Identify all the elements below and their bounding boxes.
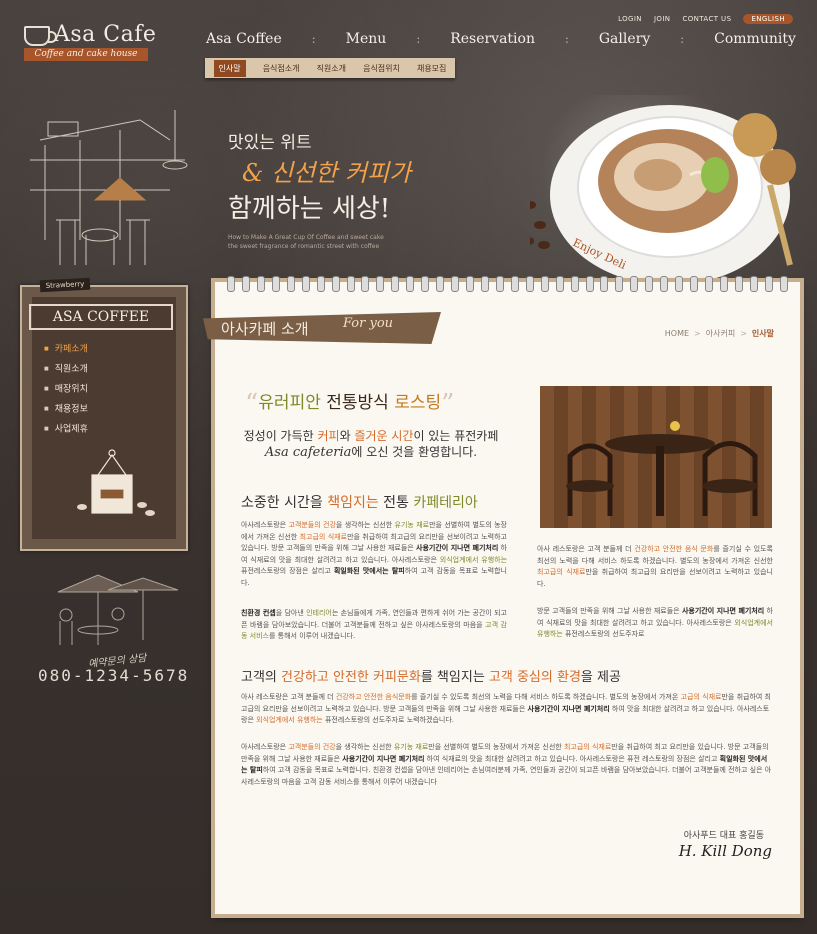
coffee-grinder-icon (77, 449, 155, 516)
hero-line-3: 함께하는 세상! (228, 194, 391, 224)
section-title: 아사카페 소개 (221, 320, 309, 338)
subheading-2: 고객의 건강하고 안전한 커피문화를 책임지는 고객 중심의 환경을 제공 (241, 666, 621, 685)
logo-name: Asa Cafe (54, 22, 157, 47)
heading-part: 소중한 시간을 (241, 495, 328, 511)
nav-separator: : (680, 32, 685, 46)
heading-part: 을 제공 (580, 670, 621, 685)
section-title-en: For you (343, 316, 394, 331)
breadcrumb-current: 인사말 (751, 329, 774, 338)
intro-text-part: 이 있는 퓨전카페 (413, 429, 499, 443)
coffee-cup-icon (24, 26, 57, 46)
utility-nav: LOGIN JOIN CONTACT US ENGLISH (618, 12, 793, 26)
intro-cafe-name: Asa cafeteria (264, 445, 352, 460)
sidebar-item-recruit-info[interactable]: 채용정보 (44, 399, 88, 419)
nav-separator: : (416, 32, 421, 46)
breadcrumb-home[interactable]: HOME (665, 329, 689, 338)
logo-tagline: Coffee and cake house (24, 48, 148, 61)
cafe-sketch-illustration (30, 110, 188, 265)
intro-text-part: 정성이 가득한 (243, 429, 318, 443)
nav-item-community[interactable]: Community (714, 31, 796, 47)
nav-item-reservation[interactable]: Reservation (450, 31, 535, 47)
heading-part: 카페테리아 (413, 495, 478, 511)
subnav-item-greeting[interactable]: 인사말 (213, 59, 246, 77)
sidebar-list: 카페소개 직원소개 매장위치 채용정보 사업제휴 (44, 339, 88, 439)
sidebar-item-partnership[interactable]: 사업제휴 (44, 419, 88, 439)
nav-item-asa-coffee[interactable]: Asa Coffee (206, 31, 282, 47)
sidebar-item-store-location[interactable]: 매장위치 (44, 379, 88, 399)
cafe-interior-photo (540, 386, 772, 528)
intro-text-part: 즐거운 시간 (354, 429, 414, 443)
body-paragraph-2: 친환경 컨셉을 담아낸 인테리어는 손님들에게 가족, 연인들과 편하게 쉬어 … (241, 609, 507, 640)
subnav-item-location[interactable]: 음식점위치 (363, 63, 400, 74)
intro-text-part: 커피 (317, 429, 340, 443)
body-paragraph-4: 아사레스토랑은 고객분들의 건강을 생각하는 신선한 유기농 재료만을 선별하여… (241, 743, 772, 786)
sidebar-badge: Strawberry (39, 277, 91, 293)
hero-line-2: & 신선한 커피가 (242, 159, 412, 187)
subnav-item-staff-intro[interactable]: 직원소개 (317, 63, 346, 74)
join-link[interactable]: JOIN (654, 15, 670, 23)
site-logo[interactable]: Asa Cafe Coffee and cake house (24, 22, 164, 64)
sidebar-menu: Strawberry ASA COFFEE 카페소개 직원소개 매장위치 채용정… (20, 277, 188, 551)
main-nav: Asa Coffee : Menu : Reservation : Galler… (206, 28, 796, 50)
sidebar-item-staff-intro[interactable]: 직원소개 (44, 359, 88, 379)
signature: H. Kill Dong (678, 842, 772, 860)
heading-part: 책임지는 (327, 495, 379, 511)
login-link[interactable]: LOGIN (618, 15, 642, 23)
hero-coffee-cup-image: Enjoy Deli (530, 95, 796, 285)
heading-part: 건강하고 안전한 커피문화 (281, 670, 421, 685)
heading-part: 를 책임지는 (420, 670, 489, 685)
quote-close: ” (441, 389, 455, 419)
phone-number[interactable]: 080-1234-5678 (38, 666, 189, 685)
sidebar-item-cafe-intro[interactable]: 카페소개 (44, 339, 88, 359)
subheading-1: 소중한 시간을 책임지는 전통 카페테리아 (241, 492, 478, 512)
nav-item-menu[interactable]: Menu (346, 31, 387, 47)
nav-separator: : (311, 32, 316, 46)
hero-slogan: 맛있는 위트 & 신선한 커피가 함께하는 세상! How to Make A … (228, 128, 468, 251)
intro-text-part: 에 오신 것을 환영합니다. (351, 445, 478, 459)
breadcrumb: HOME > 아사커피 > 인사말 (664, 329, 774, 338)
right-paragraph-2: 방문 고객들의 만족을 위해 그날 사용한 재료들은 사용기간이 지나면 폐기처… (537, 607, 773, 638)
headline: “유러피안 전통방식 로스팅” (245, 388, 454, 419)
signature-label: 아사푸드 대표 홍길동 (683, 831, 764, 841)
hero-caption-2: the sweet fragrance of romantic street w… (228, 243, 380, 250)
nav-item-gallery[interactable]: Gallery (599, 31, 650, 47)
headline-part: 로스팅 (394, 393, 442, 413)
headline-part: 전통방식 (320, 393, 395, 413)
hero-line-1: 맛있는 위트 (228, 133, 312, 153)
headline-part: 유러피안 (258, 393, 321, 413)
intro-text: 정성이 가득한 커피와 즐거운 시간이 있는 퓨전카페 Asa cafeteri… (241, 428, 501, 461)
heading-part: 고객의 (241, 670, 282, 685)
hero-caption: How to Make A Great Cup Of Coffee and sw… (228, 233, 468, 251)
subnav-item-recruit[interactable]: 채용모집 (417, 63, 446, 74)
contact-link[interactable]: CONTACT US (682, 15, 731, 23)
sub-nav: 인사말 음식점소개 직원소개 음식점위치 채용모집 (205, 58, 455, 78)
intro-text-part: 와 (339, 429, 355, 443)
quote-open: “ (245, 389, 259, 419)
section-title-bar: 아사카페 소개 For you (203, 312, 441, 344)
content-paper: 아사카페 소개 For you HOME > 아사커피 > 인사말 “유러피안 전통방식… (203, 276, 800, 914)
hero-caption-1: How to Make A Great Cup Of Coffee and sw… (228, 234, 384, 241)
heading-part: 고객 중심의 환경 (488, 670, 581, 685)
breadcrumb-asa-coffee[interactable]: 아사커피 (706, 329, 735, 338)
english-button[interactable]: ENGLISH (743, 14, 793, 24)
heading-part: 전통 (378, 495, 414, 511)
spiral-binding (227, 276, 788, 292)
nav-separator: : (564, 32, 569, 46)
cafe-terrace-sketch (57, 574, 178, 645)
subnav-item-restaurant-intro[interactable]: 음식점소개 (263, 63, 300, 74)
body-paragraph-1: 아사레스토랑은 고객분들의 건강을 생각하는 신선한 유기농 재료만을 선별하여… (241, 521, 508, 587)
sidebar-title: ASA COFFEE (29, 304, 173, 330)
body-paragraph-3: 아사 레스토랑은 고객 분들께 더 건강하고 안전한 음식문화를 즐기실 수 있… (241, 693, 771, 724)
right-paragraph-1: 아사 레스토랑은 고객 분들께 더 건강하고 안전한 음식 문화를 즐기실 수 … (537, 545, 773, 588)
